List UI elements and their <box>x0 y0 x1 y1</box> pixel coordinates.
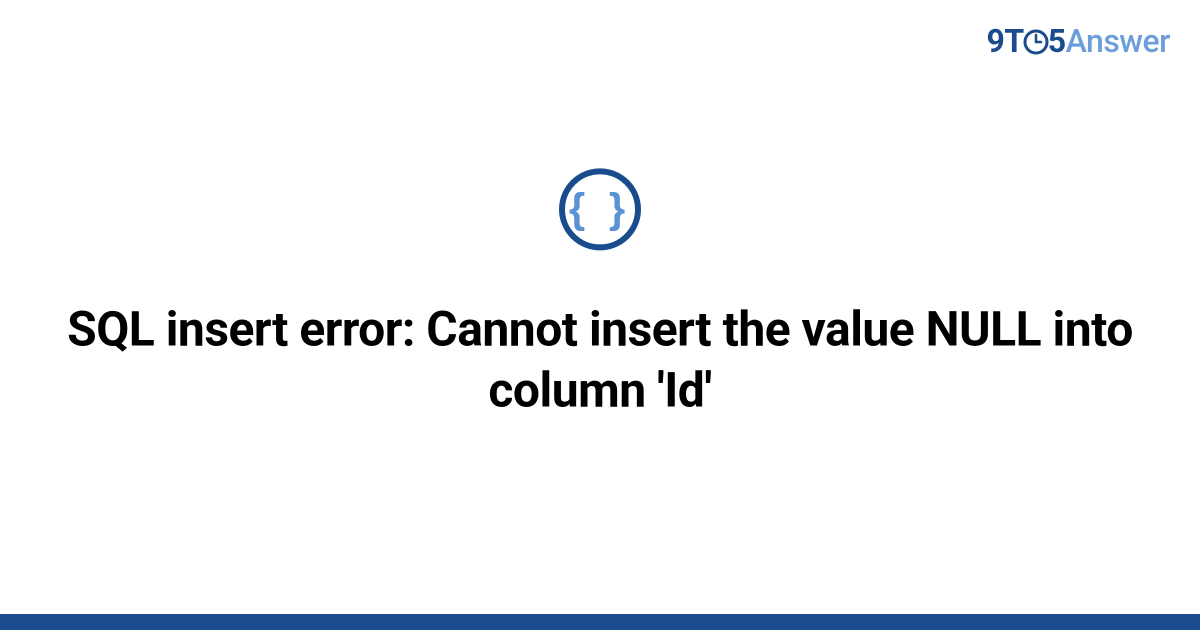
brand-nine: 9 <box>987 22 1005 60</box>
main-content: { } SQL insert error: Cannot insert the … <box>0 168 1200 421</box>
braces-icon: { } <box>569 187 631 229</box>
footer-bar <box>0 614 1200 630</box>
brand-five: 5 <box>1048 22 1066 60</box>
brand-t: T <box>1004 22 1023 60</box>
clock-icon <box>1023 25 1049 63</box>
brand-answer: Answer <box>1066 22 1170 60</box>
page-title: SQL insert error: Cannot insert the valu… <box>60 298 1140 421</box>
brand-logo: 9T5Answer <box>987 22 1170 63</box>
category-icon-circle: { } <box>559 168 641 250</box>
